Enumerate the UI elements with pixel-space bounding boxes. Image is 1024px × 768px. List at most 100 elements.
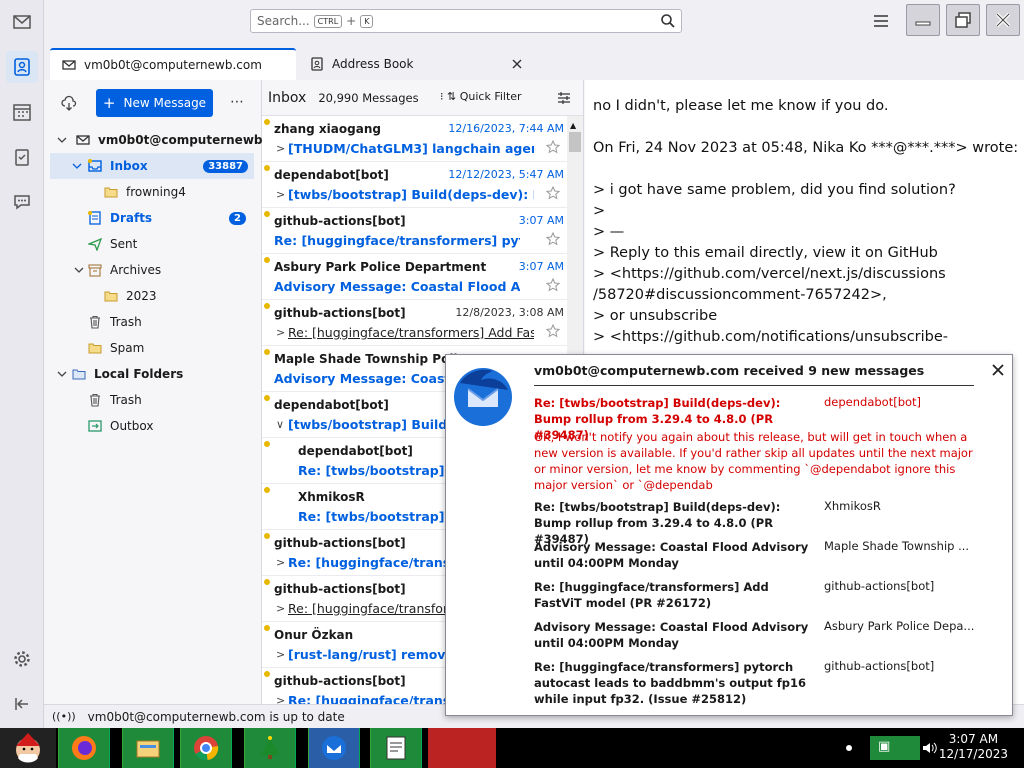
star-icon[interactable]: [546, 186, 560, 200]
address-book-space-icon[interactable]: [6, 51, 38, 83]
volume-icon[interactable]: [921, 740, 937, 756]
app-menu-icon[interactable]: [873, 14, 889, 28]
chevron-right-icon[interactable]: >: [276, 648, 285, 661]
chevron-down-icon[interactable]: ∨: [276, 418, 284, 431]
star-icon[interactable]: [546, 232, 560, 246]
chevron-right-icon[interactable]: >: [276, 694, 285, 704]
notification-subject: Re: [huggingface/transformers] Add FastV…: [534, 580, 769, 610]
shortcut-plus: +: [346, 14, 357, 28]
notification-author: XhmikosR: [824, 499, 881, 513]
chevron-down-icon[interactable]: [57, 369, 67, 379]
table-row[interactable]: Asbury Park Police Department 3:07 AM Advi…: [262, 254, 568, 300]
chat-space-icon[interactable]: [6, 186, 38, 218]
quick-filter-button[interactable]: ⁝ ⇅ Quick Filter: [440, 90, 522, 103]
scroll-up-icon[interactable]: ▲: [570, 121, 576, 130]
global-search-input[interactable]: Search... CTRL + K: [250, 9, 682, 33]
notification-divider: [534, 385, 974, 386]
online-status-icon[interactable]: ((•)): [52, 710, 76, 723]
table-row[interactable]: github-actions[bot] 12/8/2023, 3:08 AM > Re…: [262, 300, 568, 346]
chevron-down-icon[interactable]: [74, 265, 84, 275]
folder-frowning4[interactable]: frowning4: [44, 179, 254, 205]
account-row[interactable]: vm0b0t@computernewb...: [44, 127, 276, 153]
tray-icons[interactable]: ▣: [870, 736, 920, 760]
restore-button[interactable]: [946, 4, 980, 36]
folder-inbox[interactable]: Inbox 33887: [50, 153, 254, 179]
taskbar-chrome[interactable]: [180, 728, 232, 768]
local-folders-row[interactable]: Local Folders: [44, 361, 254, 387]
folder-sent[interactable]: Sent: [44, 231, 254, 257]
unread-dot-icon: [264, 671, 270, 677]
star-icon[interactable]: [546, 140, 560, 154]
folder-spam[interactable]: Spam: [44, 335, 254, 361]
taskbar-explorer[interactable]: [122, 728, 174, 768]
folder-label: Drafts: [110, 211, 153, 225]
notification-title: vm0b0t@computernewb.com received 9 new m…: [534, 363, 925, 378]
message-date: 12/16/2023, 7:44 AM: [448, 122, 564, 135]
folder-icon: [104, 187, 118, 198]
restore-icon: [955, 12, 971, 28]
more-options-icon[interactable]: ⋯: [230, 94, 244, 110]
tab-address-book[interactable]: Address Book: [298, 48, 544, 80]
star-icon[interactable]: [546, 278, 560, 292]
unread-dot-icon: [264, 395, 270, 401]
settings-gear-icon[interactable]: [6, 643, 38, 675]
system-clock[interactable]: 3:07 AM 12/17/2023: [939, 732, 1008, 762]
chevron-down-icon[interactable]: [72, 161, 82, 171]
folder-drafts[interactable]: Drafts 2: [44, 205, 254, 231]
taskbar-christmas-tree[interactable]: [244, 728, 296, 768]
taskbar-thunderbird[interactable]: [308, 728, 360, 768]
close-notification-icon[interactable]: [992, 364, 1004, 376]
close-icon: [995, 12, 1011, 28]
close-window-button[interactable]: [986, 4, 1020, 36]
display-options-icon[interactable]: [557, 92, 571, 104]
chevron-right-icon[interactable]: >: [276, 188, 285, 201]
message-sender: github-actions[bot]: [274, 582, 406, 596]
taskbar-firefox[interactable]: [58, 728, 110, 768]
star-icon[interactable]: [546, 324, 560, 338]
tasks-space-icon[interactable]: [6, 141, 38, 173]
message-sender: dependabot[bot]: [298, 444, 413, 458]
folder-archives[interactable]: Archives: [44, 257, 254, 283]
scrollbar-thumb[interactable]: [569, 132, 581, 152]
chevron-right-icon[interactable]: >: [276, 602, 285, 615]
chevron-down-icon[interactable]: [57, 135, 67, 145]
new-message-button[interactable]: + New Message: [96, 89, 213, 117]
chevron-right-icon[interactable]: >: [276, 142, 285, 155]
taskbar-app-button[interactable]: [428, 728, 496, 768]
close-tab-icon[interactable]: [512, 59, 522, 69]
table-row[interactable]: github-actions[bot] 3:07 AM Re: [huggingfa…: [262, 208, 568, 254]
taskbar-notepad[interactable]: [370, 728, 422, 768]
message-sender: dependabot[bot]: [274, 168, 389, 182]
folder-local-trash[interactable]: Trash: [44, 387, 254, 413]
message-subject: Advisory Message: Coastal Flood Advis...: [274, 279, 520, 294]
folder-trash[interactable]: Trash: [44, 309, 254, 335]
folder-2023[interactable]: 2023: [44, 283, 254, 309]
new-mail-notification[interactable]: vm0b0t@computernewb.com received 9 new m…: [445, 354, 1013, 716]
tray-app-icon[interactable]: ▣: [878, 739, 890, 754]
notification-preview: OK, I won't notify you again about this …: [534, 430, 973, 492]
message-line: no I didn't, please let me know if you d…: [593, 98, 889, 114]
mail-space-icon[interactable]: [6, 6, 38, 38]
search-icon[interactable]: [660, 13, 676, 29]
notepad-icon: [386, 736, 406, 760]
get-messages-icon[interactable]: [61, 95, 77, 111]
tab-label: vm0b0t@computernewb.com: [84, 58, 262, 72]
table-row[interactable]: dependabot[bot] 12/12/2023, 5:47 AM > [twbs…: [262, 162, 568, 208]
table-row[interactable]: zhang xiaogang 12/16/2023, 7:44 AM > [THUDM…: [262, 116, 568, 162]
folder-outbox[interactable]: Outbox: [44, 413, 254, 439]
message-subject: [twbs/bootstrap] Build(deps-dev): Bu...: [288, 187, 534, 202]
tab-mail[interactable]: vm0b0t@computernewb.com: [50, 48, 296, 80]
status-text: vm0b0t@computernewb.com is up to date: [87, 709, 345, 724]
chevron-right-icon[interactable]: >: [276, 326, 285, 339]
minimize-button[interactable]: [906, 4, 940, 36]
minimize-icon: [915, 21, 931, 26]
message-line: /58720#discussioncomment-7657242>,: [593, 287, 887, 303]
action-center-dot-icon[interactable]: [846, 745, 852, 751]
message-line: > <https://github.com/notifications/unsu…: [593, 329, 949, 345]
start-button[interactable]: [0, 728, 56, 768]
calendar-space-icon[interactable]: [6, 96, 38, 128]
shortcut-key-k: K: [360, 14, 374, 28]
folder-label: Spam: [110, 341, 145, 355]
chevron-right-icon[interactable]: >: [276, 556, 285, 569]
collapse-toolbar-icon[interactable]: [6, 688, 38, 720]
